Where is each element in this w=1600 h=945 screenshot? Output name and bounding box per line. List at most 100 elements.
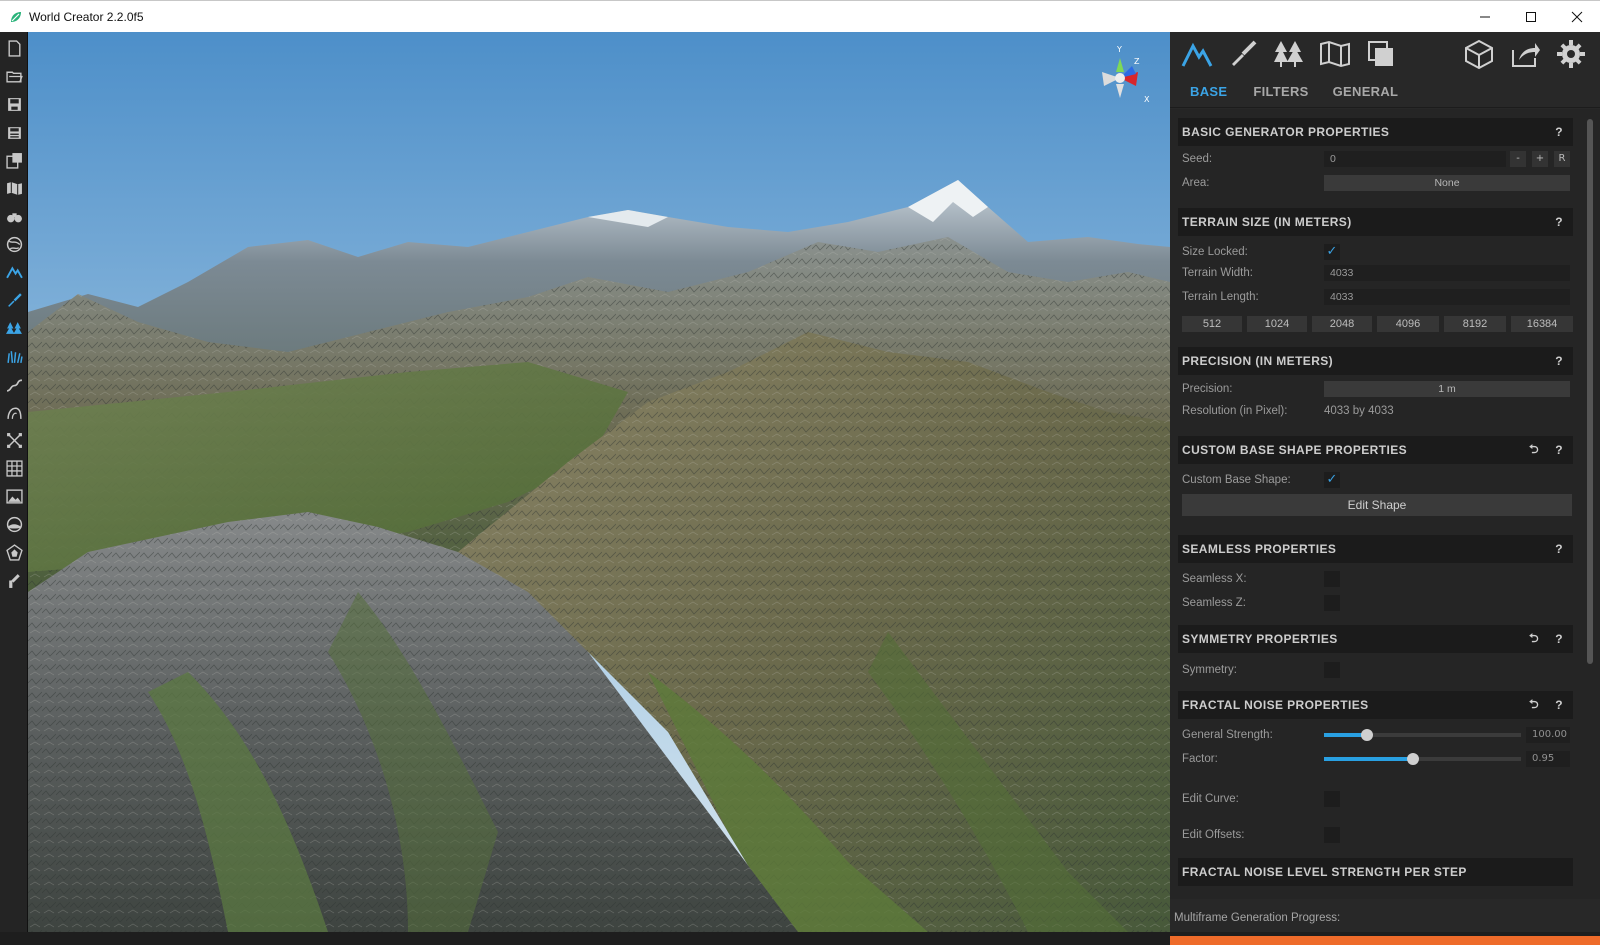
river-button[interactable] <box>4 374 24 394</box>
size-locked-checkbox[interactable]: ✓ <box>1324 244 1340 260</box>
export-button[interactable] <box>4 150 24 170</box>
image-button[interactable] <box>4 486 24 506</box>
gizmo-y-label: Y <box>1116 45 1122 54</box>
reset-icon[interactable]: ⮌ <box>1529 695 1539 716</box>
edit-curve-checkbox[interactable] <box>1324 791 1340 807</box>
section-symmetry[interactable]: SYMMETRY PROPERTIES ⮌ ? <box>1178 625 1573 653</box>
brush-button[interactable] <box>4 290 24 310</box>
help-button[interactable]: ? <box>1555 354 1563 368</box>
size-preset-16384[interactable]: 16384 <box>1511 316 1573 332</box>
tab-filters[interactable]: FILTERS <box>1253 84 1308 99</box>
terrain-viewport[interactable] <box>28 32 1170 932</box>
export-icon <box>5 152 22 169</box>
terrain-button[interactable] <box>4 262 24 282</box>
reset-icon[interactable]: ⮌ <box>1529 629 1539 650</box>
area-dropdown[interactable]: None <box>1324 175 1570 191</box>
cube-icon <box>1465 39 1493 70</box>
help-button[interactable]: ? <box>1555 125 1563 139</box>
section-basic-generator[interactable]: BASIC GENERATOR PROPERTIES ? <box>1178 118 1573 146</box>
camera-button[interactable] <box>4 206 24 226</box>
section-fractal-level-strength[interactable]: FRACTAL NOISE LEVEL STRENGTH PER STEP <box>1178 858 1573 886</box>
object-button[interactable] <box>1460 36 1498 72</box>
slider-handle[interactable] <box>1406 753 1419 765</box>
seamless-z-checkbox[interactable] <box>1324 595 1340 611</box>
tab-general[interactable]: GENERAL <box>1333 84 1399 99</box>
gizmo-z-label: Z <box>1134 57 1140 66</box>
seed-random-button[interactable]: R <box>1554 151 1570 167</box>
axis-gizmo[interactable]: Y Z X <box>1080 40 1160 120</box>
help-button[interactable]: ? <box>1555 632 1563 646</box>
maximize-button[interactable] <box>1508 1 1554 33</box>
custom-base-shape-label: Custom Base Shape: <box>1182 474 1291 486</box>
section-title: SYMMETRY PROPERTIES <box>1182 632 1338 646</box>
brush-mode-button[interactable] <box>1224 36 1262 72</box>
help-button[interactable]: ? <box>1555 542 1563 556</box>
tab-base[interactable]: BASE <box>1190 84 1227 99</box>
vegetation-mode-button[interactable] <box>1270 36 1308 72</box>
slider-handle[interactable] <box>1361 729 1374 741</box>
layers-mode-button[interactable] <box>1362 36 1400 72</box>
properties-scroll-area[interactable]: BASIC GENERATOR PROPERTIES ? Seed: 0 - +… <box>1170 109 1600 899</box>
mountain-icon <box>1181 42 1213 67</box>
edit-offsets-checkbox[interactable] <box>1324 827 1340 843</box>
river-icon <box>6 378 22 392</box>
new-file-icon <box>7 39 21 57</box>
symmetry-checkbox[interactable] <box>1324 662 1340 678</box>
close-button[interactable] <box>1554 1 1600 33</box>
factor-value[interactable]: 0.95 <box>1526 751 1570 767</box>
size-preset-512[interactable]: 512 <box>1182 316 1242 332</box>
size-preset-1024[interactable]: 1024 <box>1247 316 1307 332</box>
tools-button[interactable] <box>4 570 24 590</box>
size-preset-8192[interactable]: 8192 <box>1444 316 1506 332</box>
minimize-button[interactable] <box>1462 1 1508 33</box>
edit-shape-button[interactable]: Edit Shape <box>1182 494 1572 516</box>
settings-button[interactable] <box>1552 36 1590 72</box>
save-as-button[interactable] <box>4 122 24 142</box>
precision-dropdown[interactable]: 1 m <box>1324 381 1570 397</box>
section-fractal-noise[interactable]: FRACTAL NOISE PROPERTIES ⮌ ? <box>1178 691 1573 719</box>
transform-button[interactable] <box>4 430 24 450</box>
new-file-button[interactable] <box>4 38 24 58</box>
section-title: BASIC GENERATOR PROPERTIES <box>1182 125 1390 139</box>
size-preset-4096[interactable]: 4096 <box>1377 316 1439 332</box>
help-button[interactable]: ? <box>1555 698 1563 712</box>
brush-icon <box>1232 40 1257 66</box>
map-button[interactable] <box>4 178 24 198</box>
share-button[interactable] <box>1506 36 1544 72</box>
panel-scrollbar[interactable] <box>1587 119 1593 664</box>
custom-base-shape-checkbox[interactable]: ✓ <box>1324 472 1340 488</box>
seamless-x-checkbox[interactable] <box>1324 571 1340 587</box>
asset-button[interactable] <box>4 542 24 562</box>
section-custom-base-shape[interactable]: CUSTOM BASE SHAPE PROPERTIES ⮌ ? <box>1178 436 1573 464</box>
help-button[interactable]: ? <box>1555 215 1563 229</box>
terrain-length-input[interactable]: 4033 <box>1324 289 1570 305</box>
terrain-mode-button[interactable] <box>1178 36 1216 72</box>
seed-increment-button[interactable]: + <box>1532 151 1548 167</box>
save-button[interactable] <box>4 94 24 114</box>
gizmo-x-label: X <box>1144 95 1150 104</box>
size-preset-2048[interactable]: 2048 <box>1312 316 1372 332</box>
environment-button[interactable] <box>4 514 24 534</box>
seed-decrement-button[interactable]: - <box>1510 151 1526 167</box>
section-terrain-size[interactable]: TERRAIN SIZE (IN METERS) ? <box>1178 208 1573 236</box>
general-strength-value[interactable]: 100.00 <box>1526 727 1570 743</box>
map-icon <box>6 181 22 195</box>
folder-open-icon <box>5 71 23 83</box>
help-button[interactable]: ? <box>1555 443 1563 457</box>
general-strength-slider[interactable] <box>1324 729 1521 741</box>
brush-icon <box>7 292 22 307</box>
grass-button[interactable] <box>4 346 24 366</box>
section-precision[interactable]: PRECISION (IN METERS) ? <box>1178 347 1573 375</box>
factor-slider[interactable] <box>1324 753 1521 765</box>
seed-input[interactable]: 0 <box>1324 151 1506 167</box>
open-file-button[interactable] <box>4 66 24 86</box>
vegetation-button[interactable] <box>4 318 24 338</box>
erosion-button[interactable] <box>4 402 24 422</box>
section-seamless[interactable]: SEAMLESS PROPERTIES ? <box>1178 535 1573 563</box>
map-mode-button[interactable] <box>1316 36 1354 72</box>
grid-button[interactable] <box>4 458 24 478</box>
terrain-width-input[interactable]: 4033 <box>1324 265 1570 281</box>
checkmark-icon: ✓ <box>1326 244 1338 259</box>
reset-icon[interactable]: ⮌ <box>1529 440 1539 461</box>
globe-button[interactable] <box>4 234 24 254</box>
